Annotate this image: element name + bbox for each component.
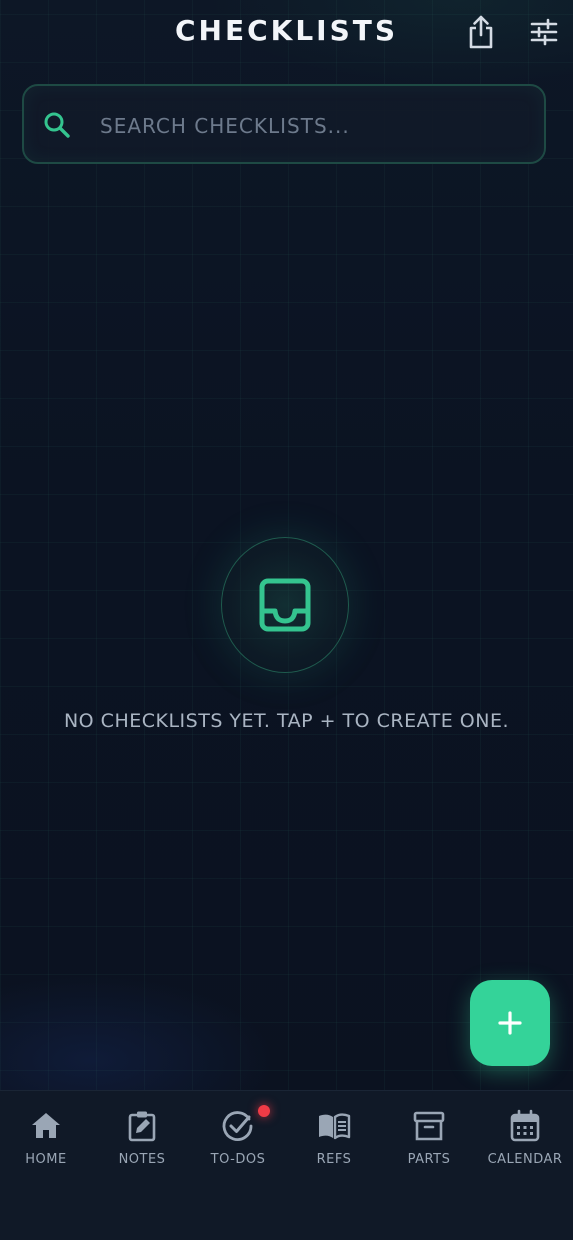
search-bar [22,84,546,164]
calendar-icon [510,1109,540,1142]
empty-state-icon-circle [221,537,349,673]
nav-label-parts: PARTS [407,1152,451,1167]
clipboard-edit-icon [128,1111,156,1142]
book-open-icon [319,1113,351,1140]
share-button[interactable] [461,12,501,52]
add-checklist-button[interactable] [470,980,550,1066]
screen: CHECKLISTS SEARCH CHECKLISTS... NO CHECK… [0,0,573,1240]
nav-item-refs[interactable]: REFS [286,1109,382,1173]
nav-item-calendar[interactable]: CALENDAR [477,1109,573,1173]
nav-item-home[interactable]: HOME [0,1109,94,1173]
sliders-icon [530,18,558,46]
nav-label-todos: TO-DOS [210,1152,266,1167]
nav-label-calendar: CALENDAR [487,1152,563,1167]
archive-box-icon [413,1111,445,1141]
nav-item-parts[interactable]: PARTS [381,1109,477,1173]
nav-label-refs: REFS [316,1152,352,1167]
notification-badge [258,1105,270,1117]
nav-label-notes: NOTES [118,1152,166,1167]
header: CHECKLISTS [0,0,573,68]
nav-label-home: HOME [25,1152,67,1167]
empty-state-message: NO CHECKLISTS YET. TAP + TO CREATE ONE. [63,710,510,732]
nav-item-notes[interactable]: NOTES [94,1109,190,1173]
filter-button[interactable] [524,12,564,52]
nav-item-todos[interactable]: TO-DOS [190,1105,286,1173]
inbox-icon [259,578,311,632]
bottom-navigation: HOME NOTES TO-DOS REFS PARTS CALENDAR [0,1090,573,1240]
plus-icon [498,1011,522,1035]
home-icon [32,1113,60,1138]
share-icon [469,15,493,49]
search-icon [44,112,70,138]
check-circle-icon [222,1111,253,1141]
search-input[interactable] [98,104,522,148]
